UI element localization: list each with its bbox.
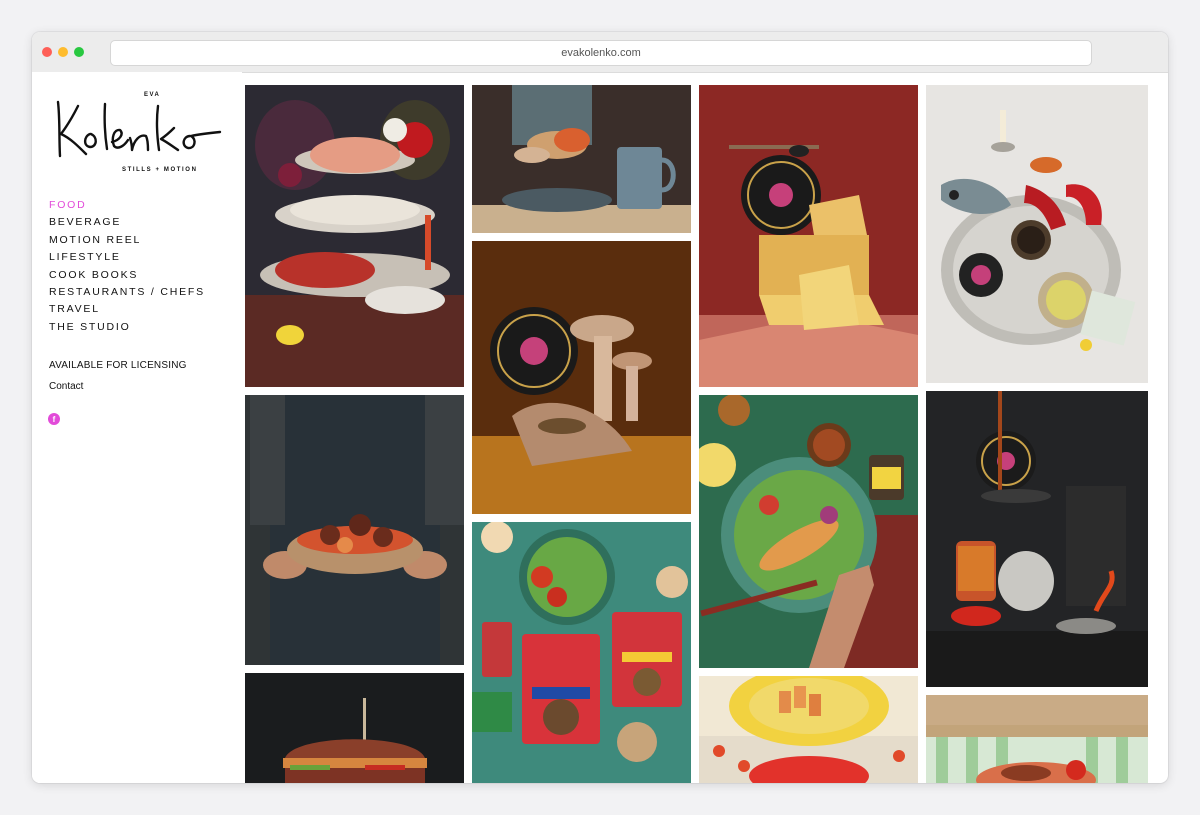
nav-item-food[interactable]: FOOD [49, 197, 205, 214]
seafood-tower-photo[interactable] [245, 85, 464, 387]
nav-item-cook-books[interactable]: COOK BOOKS [49, 267, 205, 284]
sidebar: EVA STILLS + MOTION FOOD BEVERAGE MOTION… [32, 72, 242, 783]
caviar-samovar-graphic [926, 391, 1148, 687]
address-bar-url: evakolenko.com [561, 47, 641, 59]
browser-window: evakolenko.com EVA STILLS + MOTION FOOD … [32, 32, 1168, 783]
caviar-cheese-stack-graphic [699, 85, 918, 387]
maximize-window-button[interactable] [74, 47, 84, 57]
caviar-samovar-photo[interactable] [926, 391, 1148, 687]
sandwich-photo[interactable] [245, 673, 464, 783]
facebook-icon[interactable]: f [48, 413, 60, 425]
meatballs-bowl-photo[interactable] [245, 395, 464, 665]
seafood-tower-graphic [245, 85, 464, 387]
nav-item-the-studio[interactable]: THE STUDIO [49, 319, 205, 336]
browser-titlebar: evakolenko.com [32, 32, 1168, 73]
nav-item-travel[interactable]: TRAVEL [49, 301, 205, 318]
sandwich-graphic [245, 673, 464, 783]
nav-item-beverage[interactable]: BEVERAGE [49, 214, 205, 231]
tomato-dish-graphic [926, 695, 1148, 783]
chili-crisp-flatlay-graphic [472, 522, 691, 783]
licensing-link[interactable]: AVAILABLE FOR LICENSING [49, 360, 187, 371]
caviar-fish-platter-graphic [926, 85, 1148, 383]
pasta-plate-graphic [699, 676, 918, 783]
meatballs-bowl-graphic [245, 395, 464, 665]
bread-coffee-graphic [472, 85, 691, 233]
logo-script-graphic [56, 100, 222, 158]
address-bar[interactable]: evakolenko.com [110, 40, 1092, 66]
nav-item-restaurants-chefs[interactable]: RESTAURANTS / CHEFS [49, 284, 205, 301]
caviar-fish-platter-photo[interactable] [926, 85, 1148, 383]
tomato-dish-photo[interactable] [926, 695, 1148, 783]
contact-link[interactable]: Contact [49, 381, 83, 392]
caviar-cheese-stack-photo[interactable] [699, 85, 918, 387]
minimize-window-button[interactable] [58, 47, 68, 57]
chili-crisp-flatlay-photo[interactable] [472, 522, 691, 783]
close-window-button[interactable] [42, 47, 52, 57]
nav-item-lifestyle[interactable]: LIFESTYLE [49, 249, 205, 266]
nav-item-motion-reel[interactable]: MOTION REEL [49, 232, 205, 249]
bread-coffee-photo[interactable] [472, 85, 691, 233]
main-nav: FOOD BEVERAGE MOTION REEL LIFESTYLE COOK… [49, 197, 205, 336]
logo-subtitle: STILLS + MOTION [122, 167, 198, 173]
caviar-mushrooms-graphic [472, 241, 691, 514]
caviar-mushrooms-photo[interactable] [472, 241, 691, 514]
chili-crisp-salad-photo[interactable] [699, 395, 918, 668]
pasta-plate-photo[interactable] [699, 676, 918, 783]
site-logo[interactable]: EVA STILLS + MOTION [50, 84, 225, 184]
chili-crisp-salad-graphic [699, 395, 918, 668]
